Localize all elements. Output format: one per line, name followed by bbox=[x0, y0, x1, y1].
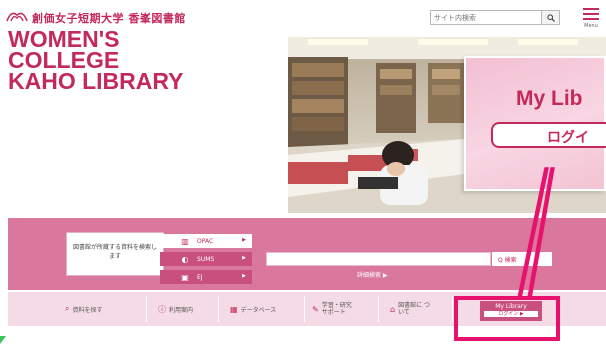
database-icon: ▦ bbox=[230, 304, 238, 314]
chevron-right-icon: ▶ bbox=[242, 273, 246, 279]
search-icon bbox=[546, 13, 555, 22]
nav-item-label: 学習・研究 サポート bbox=[321, 302, 352, 316]
logo-icon bbox=[6, 12, 28, 22]
catalog-search-input[interactable] bbox=[266, 252, 491, 266]
nav-divider bbox=[146, 296, 147, 322]
search-panel-description: 図書館が所蔵する資料を検索します bbox=[66, 232, 164, 276]
pen-icon: ✎ bbox=[312, 304, 319, 314]
catalog-search-button[interactable]: Q 検索 bbox=[492, 252, 552, 266]
search-panel: 図書館が所蔵する資料を検索します ▥ OPAC ▶ ◐ SUMS ▶ ▣ EJ … bbox=[8, 218, 606, 290]
cursor-marker-icon bbox=[0, 336, 6, 344]
site-search-button[interactable] bbox=[541, 11, 559, 24]
tab-ej-label: EJ bbox=[197, 273, 203, 281]
advanced-search-link[interactable]: 詳細検索 ▶ bbox=[357, 270, 388, 279]
nav-item-label: データベース bbox=[240, 306, 277, 314]
nav-item-user-guide[interactable]: ⓘ 利用案内 bbox=[158, 292, 193, 326]
tab-opac[interactable]: ▥ OPAC ▶ bbox=[160, 234, 252, 248]
hero-title: WOMEN'S COLLEGE KAHO LIBRARY bbox=[8, 29, 278, 97]
site-logo-text[interactable]: 創価女子短期大学 香峯図書館 bbox=[32, 10, 186, 26]
sums-icon: ◐ bbox=[181, 254, 189, 264]
nav-item-about-library[interactable]: ⌂ 図書館に ついて bbox=[390, 292, 452, 326]
mylibrary-login-button[interactable]: ログイ bbox=[491, 122, 606, 148]
mylibrary-card: My Lib ログイ bbox=[464, 56, 606, 191]
mylibrary-card-title: My Lib bbox=[516, 87, 583, 110]
opac-icon: ▥ bbox=[181, 236, 189, 246]
tab-ej[interactable]: ▣ EJ ▶ bbox=[160, 270, 252, 284]
nav-divider bbox=[378, 296, 379, 322]
book-search-icon: ⌕ bbox=[65, 304, 70, 313]
tab-sums-label: SUMS bbox=[197, 255, 215, 263]
chevron-right-icon: ▶ bbox=[242, 255, 246, 261]
nav-item-label: 利用案内 bbox=[169, 306, 194, 314]
nav-item-study-support[interactable]: ✎ 学習・研究 サポート bbox=[312, 292, 382, 326]
tab-sums[interactable]: ◐ SUMS ▶ bbox=[160, 252, 252, 266]
nav-item-database[interactable]: ▦ データベース bbox=[230, 292, 276, 326]
nav-item-label: 資料を探す bbox=[72, 306, 103, 314]
hero-title-line: KAHO LIBRARY bbox=[8, 68, 184, 94]
chevron-right-icon: ▶ bbox=[242, 237, 246, 243]
nav-item-find-materials[interactable]: ⌕ 資料を探す bbox=[65, 292, 103, 326]
highlight-box bbox=[454, 296, 560, 341]
ej-icon: ▣ bbox=[181, 272, 189, 282]
menu-button[interactable]: Menu bbox=[580, 6, 602, 30]
tab-opac-label: OPAC bbox=[197, 237, 214, 245]
building-icon: ⌂ bbox=[390, 304, 396, 314]
site-search-input[interactable] bbox=[431, 11, 541, 24]
mylibrary-login-label: ログイ bbox=[547, 130, 589, 146]
site-search bbox=[430, 10, 560, 25]
nav-divider bbox=[218, 296, 219, 322]
menu-label: Menu bbox=[584, 23, 598, 29]
info-icon: ⓘ bbox=[158, 304, 166, 314]
nav-divider bbox=[452, 296, 453, 322]
hamburger-icon bbox=[583, 8, 599, 10]
nav-divider bbox=[304, 296, 305, 322]
nav-item-label: 図書館に ついて bbox=[398, 302, 430, 316]
